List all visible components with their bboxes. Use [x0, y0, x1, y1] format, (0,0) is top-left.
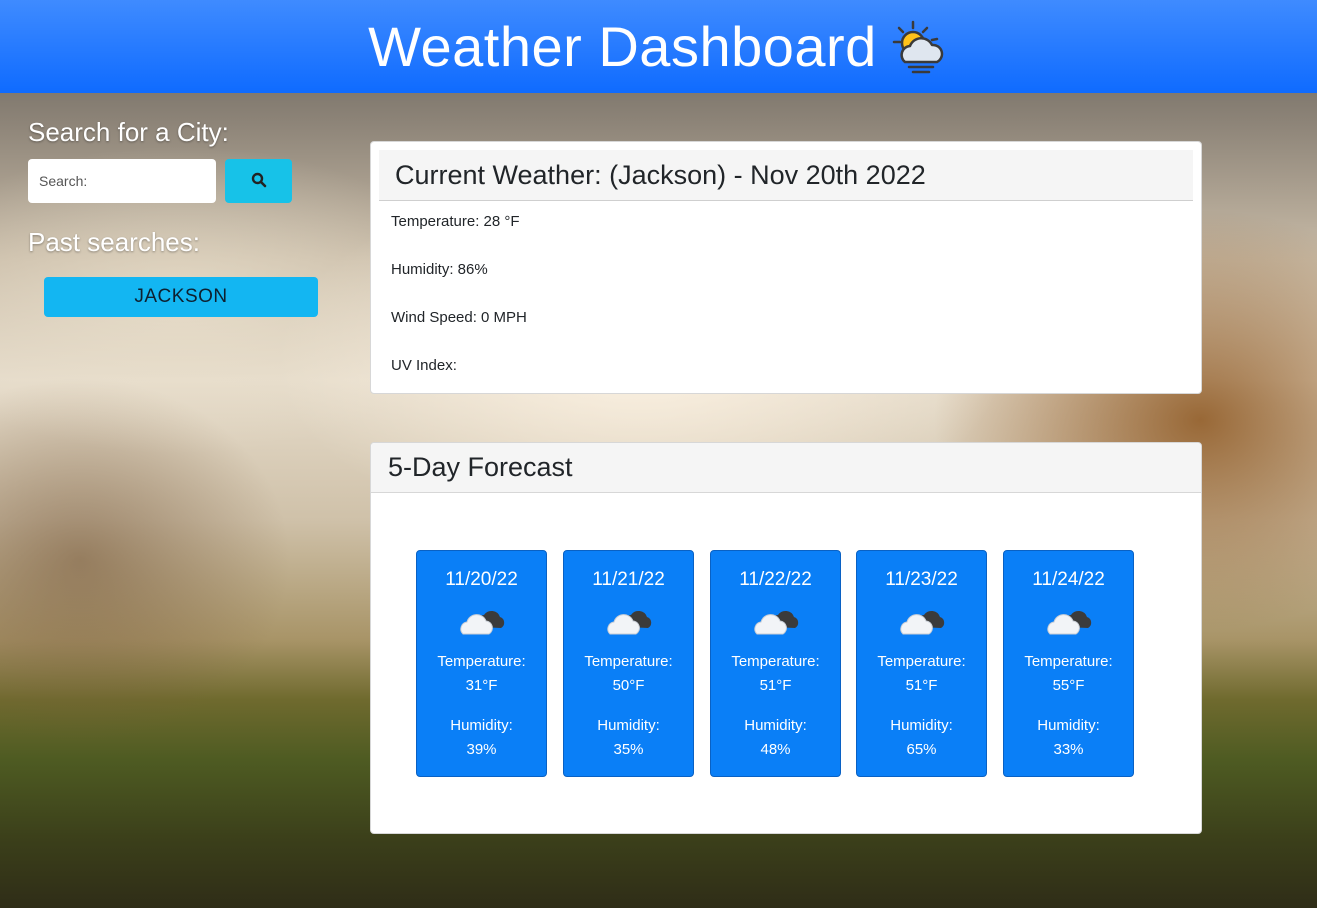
forecast-day-card: 11/21/22 Temperature: 50°F Humidity: 35%	[563, 550, 694, 777]
forecast-temperature-value: 55°F	[1052, 677, 1085, 694]
forecast-card: 5-Day Forecast 11/20/22 Temperature: 31°F…	[370, 442, 1202, 834]
forecast-humidity-label: Humidity:	[1037, 717, 1100, 734]
forecast-humidity-label: Humidity:	[597, 717, 660, 734]
forecast-temperature-value: 51°F	[759, 677, 792, 694]
cloud-icon	[753, 607, 799, 637]
cloud-icon	[899, 607, 945, 637]
forecast-date: 11/20/22	[445, 569, 518, 590]
forecast-humidity-value: 39%	[466, 741, 497, 758]
forecast-temperature-value: 50°F	[612, 677, 645, 694]
forecast-temperature-label: Temperature:	[1024, 653, 1113, 670]
past-searches-heading: Past searches:	[28, 227, 200, 257]
forecast-temperature-label: Temperature:	[731, 653, 820, 670]
forecast-day-card: 11/23/22 Temperature: 51°F Humidity: 65%	[856, 550, 987, 777]
forecast-humidity-value: 33%	[1053, 741, 1084, 758]
cloud-icon	[459, 607, 505, 637]
forecast-temperature-value: 31°F	[465, 677, 498, 694]
city-search-input[interactable]	[28, 159, 216, 203]
app-header: Weather Dashboard	[0, 0, 1317, 93]
forecast-date: 11/24/22	[1032, 569, 1105, 590]
forecast-date: 11/22/22	[739, 569, 812, 590]
forecast-humidity-label: Humidity:	[450, 717, 513, 734]
forecast-humidity-value: 48%	[760, 741, 791, 758]
forecast-date: 11/21/22	[592, 569, 665, 590]
forecast-day-card: 11/24/22 Temperature: 55°F Humidity: 33%	[1003, 550, 1134, 777]
cloud-icon	[606, 607, 652, 637]
forecast-humidity-value: 65%	[906, 741, 937, 758]
search-heading: Search for a City:	[28, 117, 229, 147]
current-wind-speed: Wind Speed: 0 MPH	[391, 309, 527, 326]
forecast-temperature-label: Temperature:	[437, 653, 526, 670]
search-icon	[251, 172, 267, 191]
forecast-humidity-label: Humidity:	[890, 717, 953, 734]
forecast-day-card: 11/22/22 Temperature: 51°F Humidity: 48%	[710, 550, 841, 777]
current-uv-index: UV Index:	[391, 357, 457, 374]
current-temperature: Temperature: 28 °F	[391, 213, 520, 230]
forecast-humidity-label: Humidity:	[744, 717, 807, 734]
forecast-title: 5-Day Forecast	[371, 443, 1201, 493]
forecast-temperature-value: 51°F	[905, 677, 938, 694]
sun-behind-cloud-icon	[891, 18, 949, 76]
past-search-button-jackson[interactable]: JACKSON	[44, 277, 318, 317]
current-weather-title: Current Weather: (Jackson) - Nov 20th 20…	[379, 150, 1193, 201]
page-title: Weather Dashboard	[368, 15, 877, 78]
current-humidity: Humidity: 86%	[391, 261, 488, 278]
cloud-icon	[1046, 607, 1092, 637]
forecast-day-card: 11/20/22 Temperature: 31°F Humidity: 39%	[416, 550, 547, 777]
search-button[interactable]	[225, 159, 292, 203]
forecast-temperature-label: Temperature:	[877, 653, 966, 670]
forecast-temperature-label: Temperature:	[584, 653, 673, 670]
current-weather-card: Current Weather: (Jackson) - Nov 20th 20…	[370, 141, 1202, 394]
forecast-date: 11/23/22	[885, 569, 958, 590]
forecast-humidity-value: 35%	[613, 741, 644, 758]
